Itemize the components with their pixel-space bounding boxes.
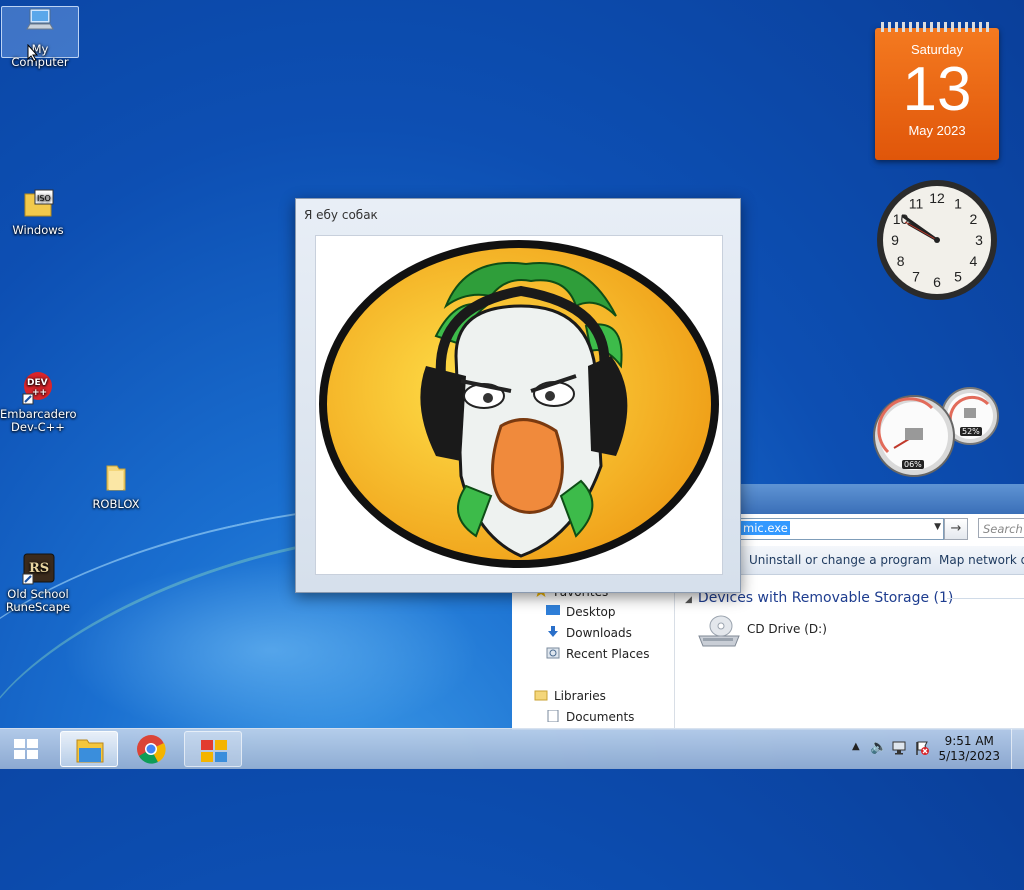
clock-numeral: 11 xyxy=(909,196,924,212)
libraries-icon xyxy=(534,689,548,701)
image-window[interactable]: Я ебу собак xyxy=(295,198,741,593)
navigation-pane: Favorites Desktop Downloads Recent Place… xyxy=(512,576,675,730)
chrome-icon xyxy=(137,735,166,764)
desktop-icon-my-computer[interactable]: My Computer xyxy=(1,6,79,69)
arrow-right-icon: → xyxy=(950,521,962,536)
desktop-icon-label: ROBLOX xyxy=(92,497,140,511)
desktop-icon xyxy=(546,605,560,617)
clock-numeral: 1 xyxy=(954,196,962,212)
clock-numeral: 8 xyxy=(897,253,905,269)
collapse-triangle-icon: ◢ xyxy=(685,595,692,605)
show-hidden-icons-button[interactable]: ▲ xyxy=(852,741,860,752)
clock-gadget[interactable]: 12 1 2 3 4 5 6 7 8 9 10 11 xyxy=(875,178,999,302)
show-desktop-button[interactable] xyxy=(1011,729,1024,769)
iso-file-icon: ISO xyxy=(21,188,55,222)
recent-places-icon xyxy=(546,647,560,659)
clock-numeral: 4 xyxy=(970,253,978,269)
calendar-month: May 2023 xyxy=(908,123,966,138)
nav-downloads-label: Downloads xyxy=(566,626,632,640)
nav-desktop-label: Desktop xyxy=(566,605,616,619)
app-window-icon xyxy=(201,740,227,762)
nav-recent-label: Recent Places xyxy=(566,647,650,661)
address-bar[interactable]: mic.exe ▼ xyxy=(740,518,944,540)
action-center-flag-icon[interactable] xyxy=(914,740,930,759)
command-bar: Uninstall or change a program Map networ… xyxy=(740,546,1024,575)
clock-numeral: 5 xyxy=(954,268,962,284)
calendar-gadget[interactable]: Saturday 13 May 2023 xyxy=(875,22,999,160)
download-arrow-icon xyxy=(546,626,560,638)
nav-libraries-label: Libraries xyxy=(554,689,606,703)
svg-text:++: ++ xyxy=(32,388,47,398)
cpu-percent: 06% xyxy=(902,460,924,469)
start-button[interactable] xyxy=(10,735,42,763)
nav-documents-label: Documents xyxy=(566,710,635,724)
folder-icon xyxy=(76,739,104,763)
svg-text:DEV: DEV xyxy=(27,378,48,388)
clock-face: 12 1234567891011 xyxy=(877,180,997,300)
windows-logo-icon xyxy=(14,739,38,759)
desktop-icon-runescape[interactable]: RS Old School RuneScape xyxy=(0,552,76,614)
tray-time: 9:51 AM xyxy=(944,734,994,748)
desktop-icon-windows[interactable]: ISO Windows xyxy=(0,188,76,237)
clock-numeral: 12 xyxy=(929,190,945,206)
desktop-icon-label: My Computer xyxy=(11,42,69,69)
calendar-day: 13 xyxy=(902,55,972,124)
desktop-icon-devcpp[interactable]: DEV ++ Embarcadero Dev-C++ xyxy=(0,372,77,434)
network-icon[interactable] xyxy=(892,740,908,759)
cd-drive-label[interactable]: CD Drive (D:) xyxy=(747,622,827,636)
address-text[interactable]: mic.exe xyxy=(741,521,790,535)
desktop-icon-roblox[interactable]: ROBLOX xyxy=(78,462,154,511)
clock-numeral: 2 xyxy=(970,211,978,227)
computer-icon xyxy=(23,7,57,41)
svg-text:ISO: ISO xyxy=(37,194,51,203)
volume-icon[interactable]: 🔈 xyxy=(870,739,887,755)
tray-date: 5/13/2023 xyxy=(938,749,1000,763)
nav-documents[interactable]: Documents xyxy=(546,709,635,724)
cpu-meter-gadget[interactable]: 06% 52% xyxy=(872,386,1002,481)
address-dropdown-icon[interactable]: ▼ xyxy=(934,522,941,532)
desktop-icon-label: Embarcadero Dev-C++ xyxy=(0,407,77,434)
search-input[interactable]: Search N xyxy=(978,518,1024,538)
cpu-meter-dials xyxy=(873,387,999,477)
clock-display[interactable]: 9:51 AM 5/13/2023 xyxy=(938,734,1000,764)
image-frame xyxy=(315,235,723,575)
explorer-titlebar[interactable] xyxy=(740,484,1024,514)
system-tray: ▲ 🔈 9:51 AM 5/13/2023 xyxy=(834,729,1024,769)
goose-headphones-image xyxy=(319,240,719,568)
clock-numeral: 7 xyxy=(912,268,920,284)
content-pane: ◢ Devices with Removable Storage (1) CD D… xyxy=(675,576,1024,730)
group-divider xyxy=(947,598,1024,599)
runescape-icon: RS xyxy=(21,552,55,586)
folder-icon xyxy=(99,462,133,496)
documents-icon xyxy=(546,709,560,723)
calendar-rings xyxy=(881,22,993,32)
map-network-drive-button[interactable]: Map network dr xyxy=(939,553,1024,567)
memory-percent: 52% xyxy=(960,427,982,436)
cd-drive-icon[interactable] xyxy=(697,614,741,648)
taskbar: ▲ 🔈 9:51 AM 5/13/2023 xyxy=(0,728,1024,769)
clock-numeral: 9 xyxy=(891,232,899,248)
desktop-icon-label: Old School RuneScape xyxy=(5,587,71,614)
desktop-icon-label: Windows xyxy=(12,223,64,237)
taskbar-chrome-button[interactable] xyxy=(122,731,180,767)
window-title[interactable]: Я ебу собак xyxy=(304,208,378,222)
devcpp-icon: DEV ++ xyxy=(21,372,55,406)
nav-recent-places[interactable]: Recent Places xyxy=(546,647,649,661)
nav-desktop[interactable]: Desktop xyxy=(546,605,616,619)
taskbar-explorer-button[interactable] xyxy=(60,731,118,767)
uninstall-program-button[interactable]: Uninstall or change a program xyxy=(749,553,932,567)
nav-libraries[interactable]: Libraries xyxy=(534,689,606,703)
go-arrow-button[interactable]: → xyxy=(944,518,968,540)
clock-numeral: 6 xyxy=(933,274,941,290)
mouse-cursor xyxy=(27,43,39,65)
nav-downloads[interactable]: Downloads xyxy=(546,626,632,640)
clock-numeral: 3 xyxy=(975,232,983,248)
taskbar-app-button[interactable] xyxy=(184,731,242,767)
